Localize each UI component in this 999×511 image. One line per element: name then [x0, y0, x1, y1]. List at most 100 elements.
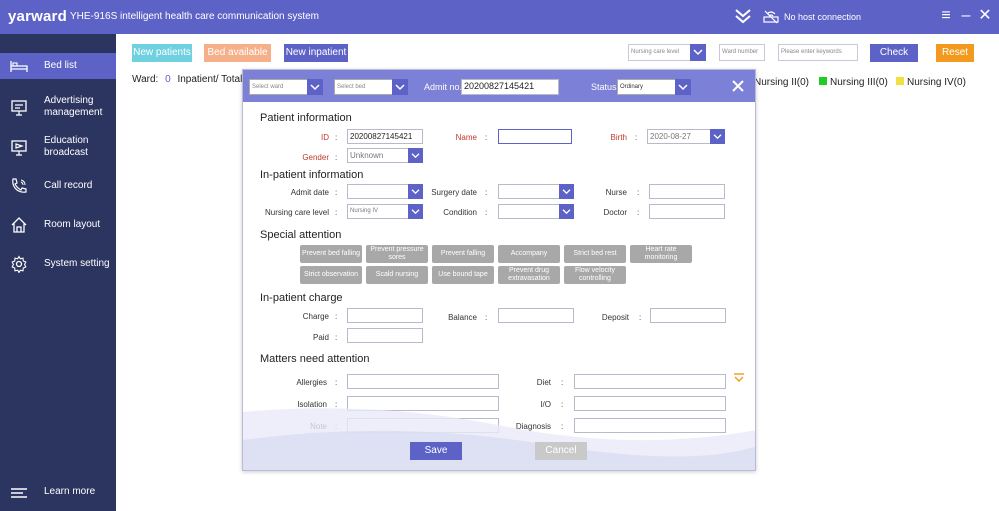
tag-prevent-drug-extravasation[interactable]: Prevent drug extravasation [498, 266, 560, 284]
diagnosis-input[interactable] [574, 418, 726, 433]
tag-prevent-pressure-sores[interactable]: Prevent pressure sores [366, 245, 428, 263]
select-bed-dropdown[interactable]: Select bed [334, 79, 408, 95]
tag-scald-nursing[interactable]: Scald nursing [366, 266, 428, 284]
app-title: YHE-916S intelligent health care communi… [70, 11, 320, 22]
special-attention-title: Special attention [260, 229, 342, 241]
sidebar-item-system-setting[interactable]: System setting [0, 252, 116, 276]
paid-label: Paid [312, 333, 329, 342]
doctor-input[interactable] [649, 204, 725, 219]
close-icon[interactable]: ✕ [977, 7, 993, 25]
new-inpatient-button[interactable]: New inpatient [284, 44, 348, 62]
reset-button[interactable]: Reset [936, 44, 974, 62]
ward-number-input[interactable]: Ward number [719, 44, 765, 61]
close-dialog-icon[interactable] [731, 79, 745, 93]
chevron-down-icon [710, 129, 725, 144]
id-label: ID [321, 133, 329, 142]
charge-title: In-patient charge [260, 292, 343, 304]
tag-flow-velocity-controlling[interactable]: Flow velocity controlling [564, 266, 626, 284]
isolation-label: Isolation [297, 400, 327, 409]
balance-label: Balance [448, 313, 477, 322]
surgery-date-label: Surgery date [431, 188, 477, 197]
balance-input[interactable] [498, 308, 574, 323]
new-patients-button[interactable]: New patients [132, 44, 192, 62]
chevron-down-icon [559, 204, 574, 219]
deposit-label: Deposit [601, 313, 629, 322]
tag-strict-observation[interactable]: Strict observation [300, 266, 362, 284]
condition-dropdown[interactable] [498, 204, 574, 219]
keywords-input[interactable]: Please enter keywords [778, 44, 858, 61]
learn-more-label: Learn more [44, 486, 96, 497]
diet-label: Diet [536, 378, 551, 387]
charge-input[interactable] [347, 308, 423, 323]
presentation-icon [11, 100, 27, 116]
sidebar-item-advertising[interactable]: Advertising management [0, 92, 116, 122]
save-button[interactable]: Save [410, 442, 462, 460]
tag-accompany[interactable]: Accompany [498, 245, 560, 263]
deposit-input[interactable] [650, 308, 726, 323]
sidebar-item-call-record[interactable]: Call record [0, 174, 116, 198]
menu-icon[interactable]: ≡ [938, 7, 954, 25]
gear-icon [11, 255, 27, 273]
sidebar-item-label: Bed list [44, 60, 77, 71]
tag-prevent-falling[interactable]: Prevent falling [432, 245, 494, 263]
legend-nursing-3: Nursing III(0) [819, 77, 888, 88]
phone-icon [12, 178, 27, 193]
nurse-input[interactable] [649, 184, 725, 199]
surgery-date-picker[interactable] [498, 184, 574, 199]
allergies-label: Allergies [296, 378, 327, 387]
tag-prevent-bed-falling[interactable]: Prevent bed falling [300, 245, 362, 263]
paid-input[interactable] [347, 328, 423, 343]
chevron-down-icon [690, 44, 706, 61]
minimize-icon[interactable]: – [958, 7, 974, 25]
admit-no-input[interactable]: 20200827145421 [461, 79, 559, 95]
yellow-swatch [896, 77, 904, 85]
bed-icon [10, 61, 28, 72]
status-dropdown[interactable]: Ordinary [617, 79, 691, 95]
allergies-input[interactable] [347, 374, 499, 389]
ward-summary: Ward: 0 Inpatient/ Total b [132, 74, 251, 85]
sidebar-item-label: System setting [44, 258, 110, 269]
chevron-down-icon [392, 79, 408, 95]
nursing-level-dropdown[interactable]: Nursing IV [347, 204, 423, 219]
note-input[interactable] [347, 418, 499, 433]
select-ward-dropdown[interactable]: Select ward [249, 79, 323, 95]
name-input[interactable] [498, 129, 572, 144]
chevron-down-icon [408, 148, 423, 163]
id-input[interactable]: 20200827145421 [347, 129, 423, 144]
learn-more-link[interactable]: Learn more [0, 482, 116, 502]
sidebar-item-label: Call record [44, 180, 93, 191]
brand-logo: yarward [8, 8, 67, 25]
check-button[interactable]: Check [870, 44, 918, 62]
tag-use-bound-tape[interactable]: Use bound tape [432, 266, 494, 284]
sidebar-item-room-layout[interactable]: Room layout [0, 213, 116, 237]
gender-dropdown[interactable]: Unknown [347, 148, 423, 163]
sidebar-item-education[interactable]: Education broadcast [0, 132, 116, 162]
io-input[interactable] [574, 396, 726, 411]
chevron-down-icon [307, 79, 323, 95]
sidebar: Bed list Advertising management Educatio… [0, 34, 116, 511]
birth-date-picker[interactable]: 2020-08-27 [647, 129, 725, 144]
admit-date-picker[interactable] [347, 184, 423, 199]
nurse-label: Nurse [605, 188, 627, 197]
isolation-input[interactable] [347, 396, 499, 411]
tag-heart-rate-monitoring[interactable]: Heart rate monitoring [630, 245, 692, 263]
cancel-button[interactable]: Cancel [535, 442, 587, 460]
inpatient-info-title: In-patient information [260, 169, 364, 181]
gender-label: Gender [302, 153, 329, 162]
tag-strict-bed-rest[interactable]: Strict bed rest [564, 245, 626, 263]
sidebar-item-label: Room layout [44, 219, 101, 230]
bed-available-button[interactable]: Bed available [204, 44, 271, 62]
collapse-chevron-icon[interactable] [733, 6, 753, 26]
patient-info-title: Patient information [260, 112, 352, 124]
green-swatch [819, 77, 827, 85]
network-icon [763, 10, 779, 24]
sidebar-item-bed-list[interactable]: Bed list [0, 53, 116, 79]
connection-status: No host connection [784, 12, 862, 22]
charge-label: Charge [302, 312, 329, 321]
new-inpatient-dialog: Select ward Select bed Admit no. 2020082… [242, 69, 756, 471]
legend-nursing-2: Nursing II(0) [754, 77, 810, 88]
nursing-level-filter[interactable]: Nursing care level [628, 44, 706, 61]
expand-arrow-icon[interactable] [733, 373, 745, 383]
status-label: Status [591, 82, 617, 92]
diet-input[interactable] [574, 374, 726, 389]
